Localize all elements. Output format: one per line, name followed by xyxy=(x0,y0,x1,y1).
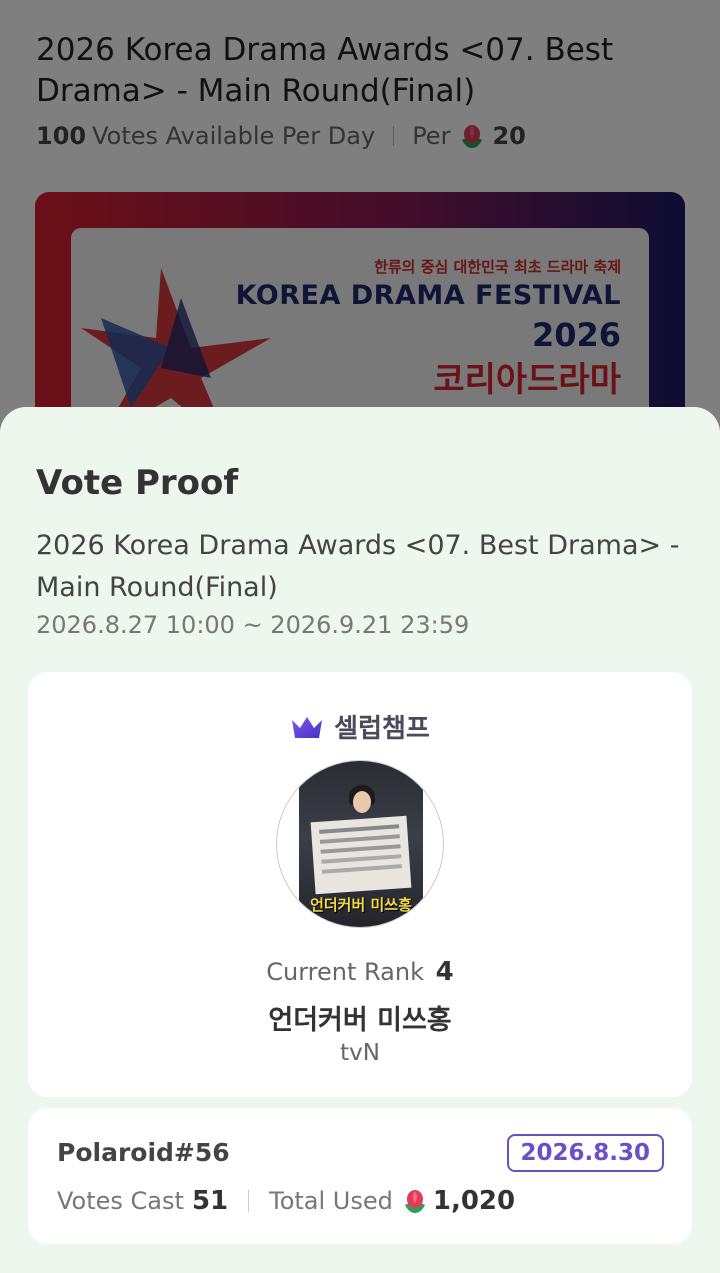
rank-label: Current Rank xyxy=(266,958,424,986)
nominee-avatar: 언더커버 미쓰홍 xyxy=(276,760,444,928)
proof-id: Polaroid#56 xyxy=(57,1138,230,1167)
nominee-card: 셀럽챔프 언더커버 미쓰홍 Current Rank 4 언더커버 미쓰홍 tv… xyxy=(28,672,692,1097)
divider xyxy=(248,1190,250,1212)
poster-face xyxy=(353,791,371,813)
total-used-label: Total Used xyxy=(269,1187,393,1215)
sheet-period: 2026.8.27 10:00 ~ 2026.9.21 23:59 xyxy=(36,611,470,639)
total-used-value: 1,020 xyxy=(432,1186,516,1216)
proof-card: Polaroid#56 2026.8.30 Votes Cast 51 Tota… xyxy=(28,1108,692,1244)
votes-cast-value: 51 xyxy=(191,1186,229,1216)
crown-icon xyxy=(292,716,323,738)
brand-name: 셀럽챔프 xyxy=(334,714,430,744)
current-rank: Current Rank 4 xyxy=(28,957,692,987)
votes-cast-label: Votes Cast xyxy=(57,1187,184,1215)
flower-icon xyxy=(404,1190,425,1213)
drama-poster: 언더커버 미쓰홍 xyxy=(299,761,423,927)
nominee-name: 언더커버 미쓰홍 xyxy=(268,1005,452,1036)
proof-stats: Votes Cast 51 Total Used 1,020 xyxy=(57,1186,515,1216)
brand: 셀럽챔프 xyxy=(28,708,692,745)
nominee-network: tvN xyxy=(340,1040,380,1066)
proof-date-badge: 2026.8.30 xyxy=(506,1134,664,1172)
poster-newspaper xyxy=(310,815,412,895)
sheet-title: Vote Proof xyxy=(36,463,239,503)
vote-proof-sheet: Vote Proof 2026 Korea Drama Awards <07. … xyxy=(0,407,720,1273)
rank-value: 4 xyxy=(435,957,454,987)
sheet-event-title: 2026 Korea Drama Awards <07. Best Drama>… xyxy=(36,530,680,603)
poster-title: 언더커버 미쓰홍 xyxy=(310,896,412,914)
